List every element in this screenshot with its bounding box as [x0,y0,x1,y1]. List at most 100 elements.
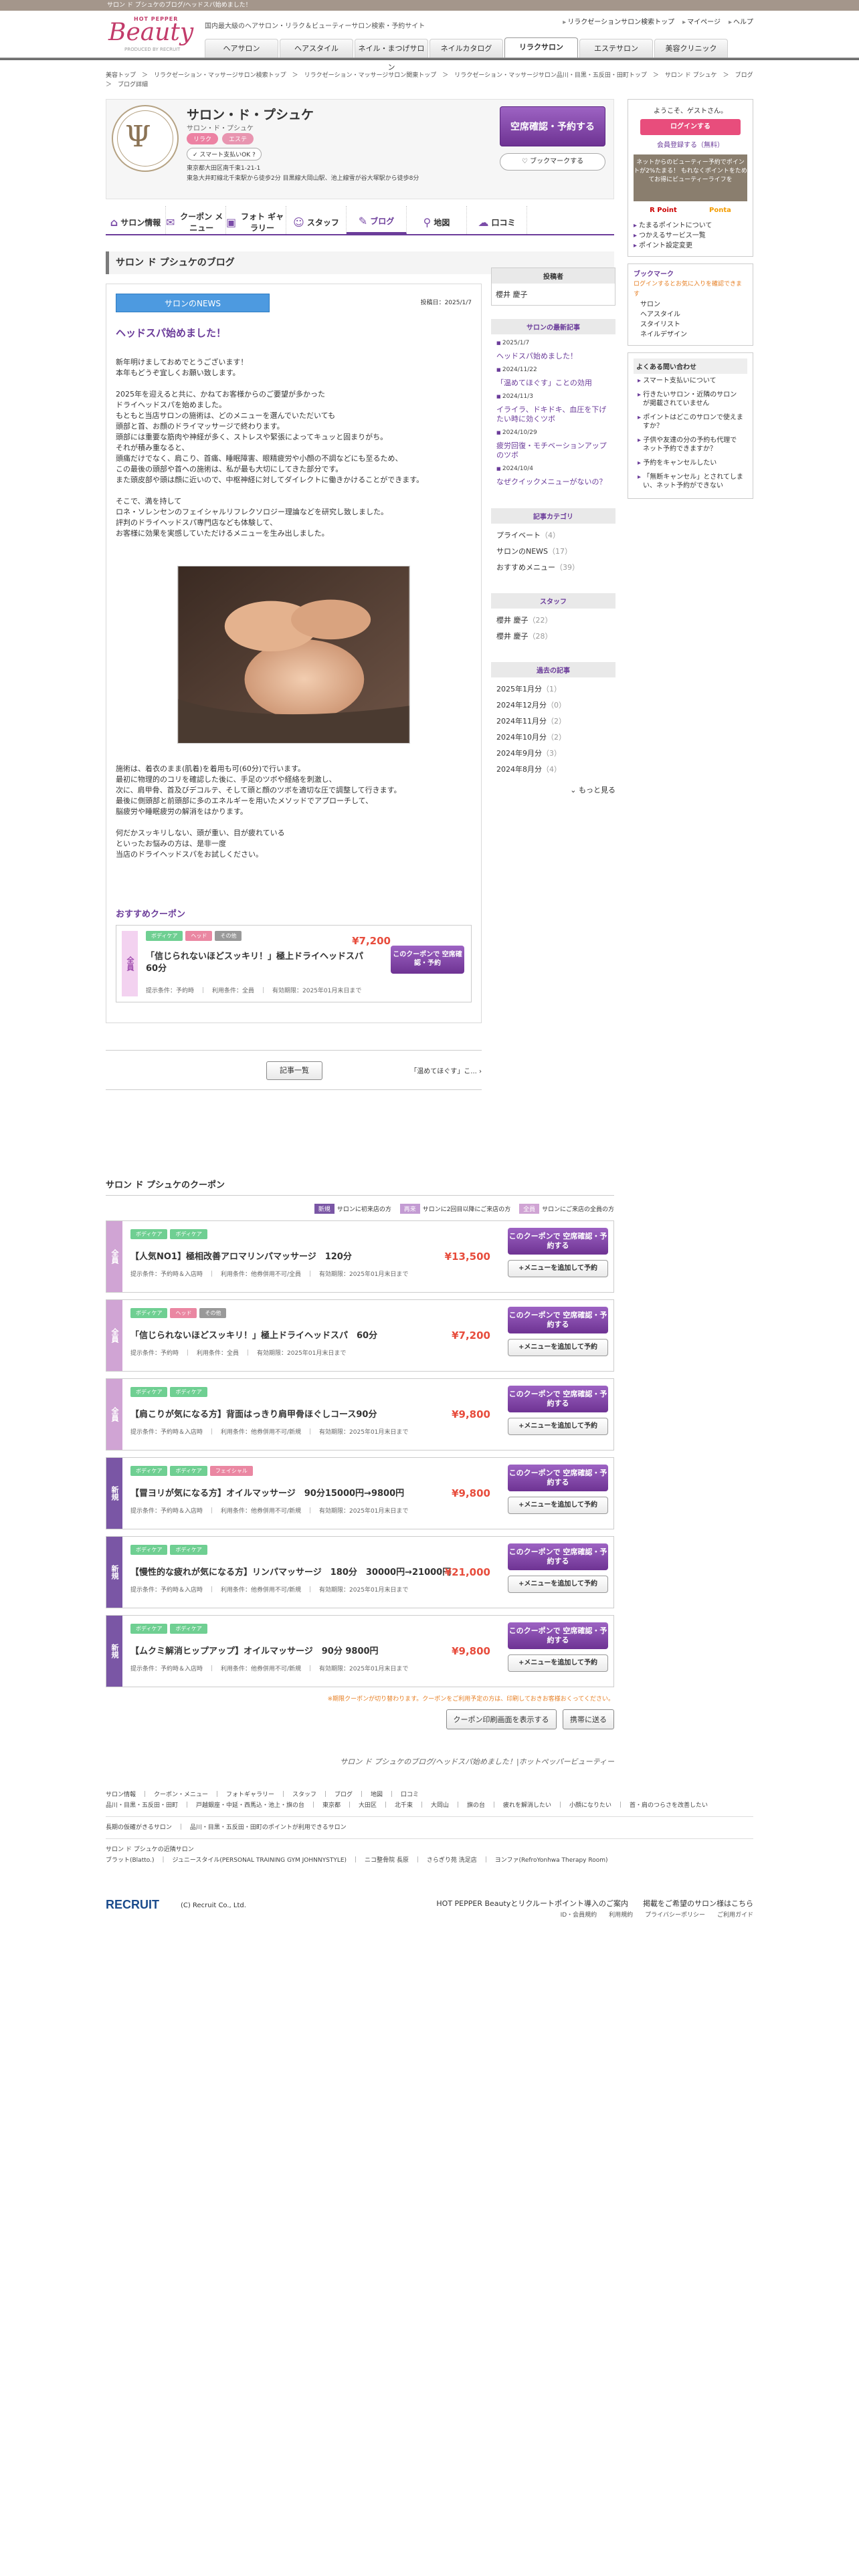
bookmark-link[interactable]: スタイリスト [634,320,747,330]
article-list-button[interactable]: 記事一覧 [266,1061,322,1080]
hotpepper-beauty-logo[interactable]: HOT PEPPER Beauty PRODUCED BY RECRUIT [106,13,199,58]
recent-item[interactable]: 2024/11/3 イライラ、ドキドキ、血圧を下げたい時に効くツボ [496,392,610,424]
tab-coupon-menu[interactable]: ✉ クーポン メニュー [166,206,226,234]
faq-item[interactable]: ポイントはどこのサロンで使えますか？ [634,411,747,433]
recent-item[interactable]: 2025/1/7 ヘッドスパ始めました！ [496,338,610,361]
point-promo-banner[interactable]: ネットからのビューティー予約でポイントが2%たまる！ もれなくポイントをためてお… [634,154,747,201]
util-search-top[interactable]: リラクゼーションサロン検索トップ [563,16,674,26]
archive-item[interactable]: 2025年1月分（1） [496,681,610,697]
util-mypage[interactable]: マイページ [682,16,721,26]
coupon-reserve-button[interactable]: このクーポンで 空席確認・予約する [508,1543,608,1570]
faq-list: スマート支払いについて 行きたいサロン・近隣のサロンが掲載されていません ポイン… [634,374,747,493]
coupon-reserve-button[interactable]: このクーポンで 空席確認・予約する [508,1622,608,1649]
category-item[interactable]: おすすめメニュー（39） [496,560,610,576]
bookmark-link[interactable]: ネイルデザイン [634,330,747,340]
more-archives-link[interactable]: ⌄ もっと見る [491,784,615,795]
recent-title[interactable]: ヘッドスパ始めました！ [496,352,610,361]
staff-heading: スタッフ [491,593,615,609]
faq-item[interactable]: 行きたいサロン・近隣のサロンが掲載されていません [634,388,747,411]
tab-label: 口コミ [491,217,516,227]
breadcrumb[interactable]: 美容トップ ＞ リラクゼーション・マッサージサロン検索トップ ＞ リラクゼーショ… [106,71,759,90]
tab-reviews[interactable]: ☁ 口コミ [467,206,527,234]
archive-item[interactable]: 2024年11月分（2） [496,714,610,730]
footer-area-links[interactable]: 品川・目黒・五反田・田町 ｜ 戸越銀座・中延・西馬込・池上・旗の台 ｜ 東京都 … [106,1800,753,1811]
tab-map[interactable]: ⚲ 地図 [407,206,467,234]
print-coupon-button[interactable]: クーポン印刷画面を表示する [446,1709,557,1729]
shop-logo: Ψ [112,105,179,172]
gnav-hair-salon[interactable]: ヘアサロン [205,39,278,58]
gnav-esthe-salon[interactable]: エステサロン [579,39,653,58]
register-link[interactable]: 会員登録する（無料） [634,139,747,149]
bookmark-link[interactable]: ヘアスタイル [634,310,747,320]
nearby-salon-links[interactable]: ブラット(Blatto.) ｜ ジュニースタイル(PERSONAL TRAINI… [106,1855,753,1866]
footer-policy-links[interactable]: ID・会員規約 利用規約 プライバシーポリシー ご利用ガイド [561,1910,753,1919]
staff-item[interactable]: 櫻井 慶子（22） [496,613,610,629]
category-item[interactable]: サロンのNEWS（17） [496,544,610,560]
faq-item[interactable]: 予約をキャンセルしたい [634,456,747,470]
archive-item[interactable]: 2024年8月分（4） [496,762,610,778]
footer-info-links[interactable]: HOT PEPPER Beautyとリクルートポイント導入のご案内 掲載をご希望… [436,1898,753,1909]
faq-item[interactable]: 「無断キャンセル」とされてしまい、ネット予約ができない [634,470,747,493]
gnav-relax-salon[interactable]: リラクサロン [504,37,578,58]
gnav-nail-salon[interactable]: ネイル・まつげサロン [355,39,428,72]
add-menu-reserve-button[interactable]: +メニューを追加して予約 [508,1654,608,1672]
archive-item[interactable]: 2024年9月分（3） [496,746,610,762]
faq-item[interactable]: スマート支払いについて [634,374,747,388]
recent-title[interactable]: なぜクイックメニューがないの？ [496,477,610,487]
recent-title[interactable]: 「温めてほぐす」ことの効用 [496,379,610,388]
coupon-categories: ボディケア ボディケア [130,1229,207,1239]
coupon-reserve-button[interactable]: このクーポンで 空席確認・予約する [508,1465,608,1491]
faq-item[interactable]: 子供や友達の分の予約も代理でネット予約できますか？ [634,433,747,456]
tab-staff[interactable]: ☺ スタッフ [286,206,347,234]
add-menu-reserve-button[interactable]: +メニューを追加して予約 [508,1418,608,1435]
tab-blog[interactable]: ✎ ブログ [347,206,407,234]
blog-sidebar: 投稿者 櫻井 慶子 サロンの最新記事 2025/1/7 ヘッドスパ始めました！ 2… [491,267,615,795]
coupon-reserve-button[interactable]: このクーポンで 空席確認・予約する [508,1386,608,1412]
bookmark-link[interactable]: サロン [634,300,747,310]
author-name[interactable]: 櫻井 慶子 [492,284,615,305]
footer-feature-links[interactable]: 長期の仮確がきるサロン ｜ 品川・目黒・五反田・田町のポイントが利用できるサロン [106,1822,753,1833]
gnav-nail-catalog[interactable]: ネイルカタログ [430,39,503,58]
smart-payment-badge[interactable]: ✓ スマート支払いOK ? [187,148,262,160]
bookmark-button[interactable]: ♡ ブックマークする [500,153,605,171]
help-icon[interactable]: ? [252,152,256,158]
blog-category-button[interactable]: サロンのNEWS [116,294,270,312]
point-link[interactable]: ポイント設定変更 [634,241,747,251]
gnav-clinic[interactable]: 美容クリニック [654,39,728,58]
add-menu-reserve-button[interactable]: +メニューを追加して予約 [508,1576,608,1593]
blog-body-2: 施術は、着衣のまま(肌着)を着用も可(60分)で行います。 最初に物理的のコリを… [116,764,401,859]
coupon-target-band: 新規 [106,1537,122,1608]
archive-item[interactable]: 2024年12月分（0） [496,697,610,714]
recent-item[interactable]: 2024/10/4 なぜクイックメニューがないの？ [496,464,610,487]
archive-item[interactable]: 2024年10月分（2） [496,730,610,746]
recent-item[interactable]: 2024/10/29 疲労回復・モチベーションアップのツボ [496,428,610,460]
next-article-link[interactable]: 「温めてほぐす」こ... › [410,1065,482,1075]
tab-salon-info[interactable]: ⌂ サロン情報 [106,206,166,234]
recent-title[interactable]: 疲労回復・モチベーションアップのツボ [496,441,610,460]
gnav-hairstyle[interactable]: ヘアスタイル [280,39,353,58]
tab-photo-gallery[interactable]: ▣ フォト ギャラリー [226,206,286,234]
staff-item[interactable]: 櫻井 慶子（28） [496,629,610,645]
point-link[interactable]: つかえるサービス一覧 [634,231,747,241]
recent-title[interactable]: イライラ、ドキドキ、血圧を下げたい時に効くツボ [496,405,610,424]
coupon-reserve-button[interactable]: このクーポンで 空席確認・予約 [391,946,464,974]
category-item[interactable]: プライベート（4） [496,528,610,544]
point-link[interactable]: たまるポイントについて [634,221,747,231]
recent-item[interactable]: 2024/11/22 「温めてほぐす」ことの効用 [496,365,610,388]
recruit-logo[interactable]: RECRUIT [106,1898,159,1911]
coupon-reserve-button[interactable]: このクーポンで 空席確認・予約する [508,1307,608,1333]
archive-count: （1） [542,685,561,693]
add-menu-reserve-button[interactable]: +メニューを追加して予約 [508,1497,608,1514]
coupon-category: ボディケア [170,1466,207,1476]
coupon-target-band: 全員 [106,1221,122,1292]
coupon-card: 新規 ボディケア ボディケア 【慢性的な疲れが気になる方】リンパマッサージ 180分 … [106,1536,614,1608]
send-to-mobile-button[interactable]: 携帯に送る [563,1709,614,1729]
footer-shop-links[interactable]: サロン情報 ｜ クーポン・メニュー ｜ フォトギャラリー ｜ スタッフ ｜ ブロ… [106,1790,753,1800]
add-menu-reserve-button[interactable]: +メニューを追加して予約 [508,1339,608,1356]
util-help[interactable]: ヘルプ [729,16,753,26]
coupon-reserve-button[interactable]: このクーポンで 空席確認・予約する [508,1228,608,1255]
archive-month: 2024年12月分 [496,701,547,710]
login-button[interactable]: ログインする [640,119,741,135]
add-menu-reserve-button[interactable]: +メニューを追加して予約 [508,1260,608,1277]
reserve-button[interactable]: 空席確認・予約する [500,106,605,146]
